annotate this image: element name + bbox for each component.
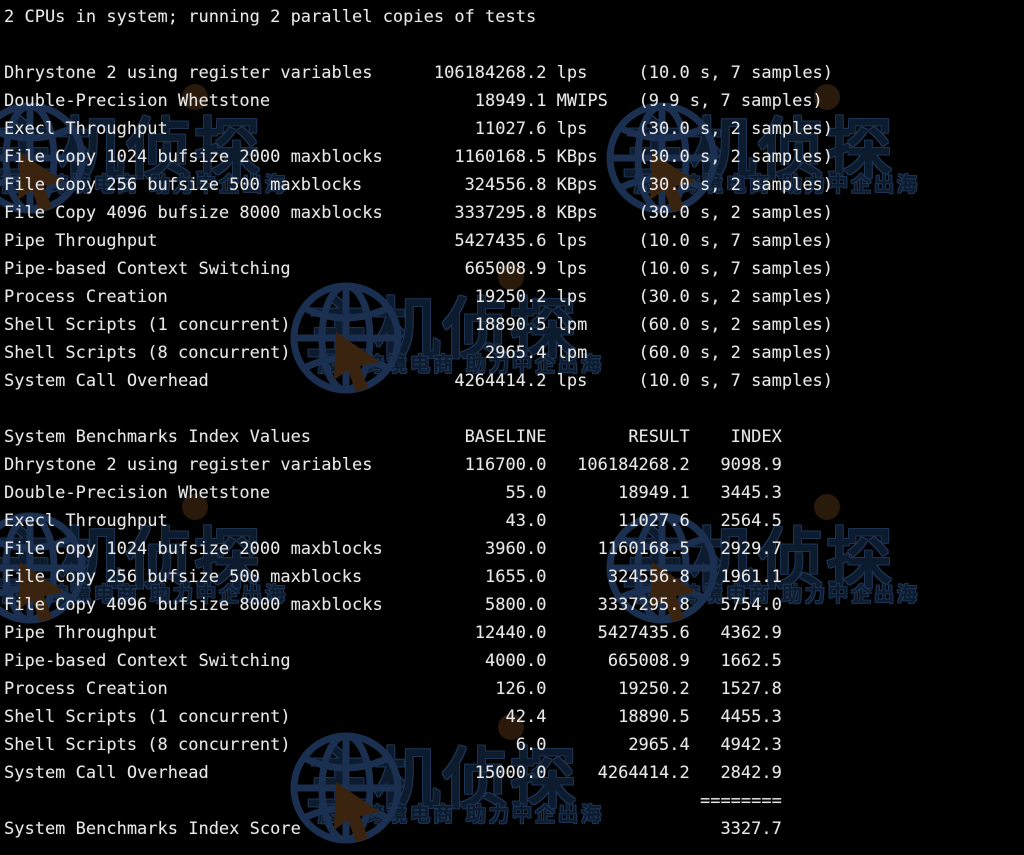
terminal-window: 主机侦探 服务跨境电商 助力中企出海 主机侦探 服务跨境电商 助力中企出海 主机…	[0, 0, 1024, 855]
terminal-text-layer: 2 CPUs in system; running 2 parallel cop…	[0, 0, 1024, 855]
terminal-output: 2 CPUs in system; running 2 parallel cop…	[4, 7, 834, 839]
